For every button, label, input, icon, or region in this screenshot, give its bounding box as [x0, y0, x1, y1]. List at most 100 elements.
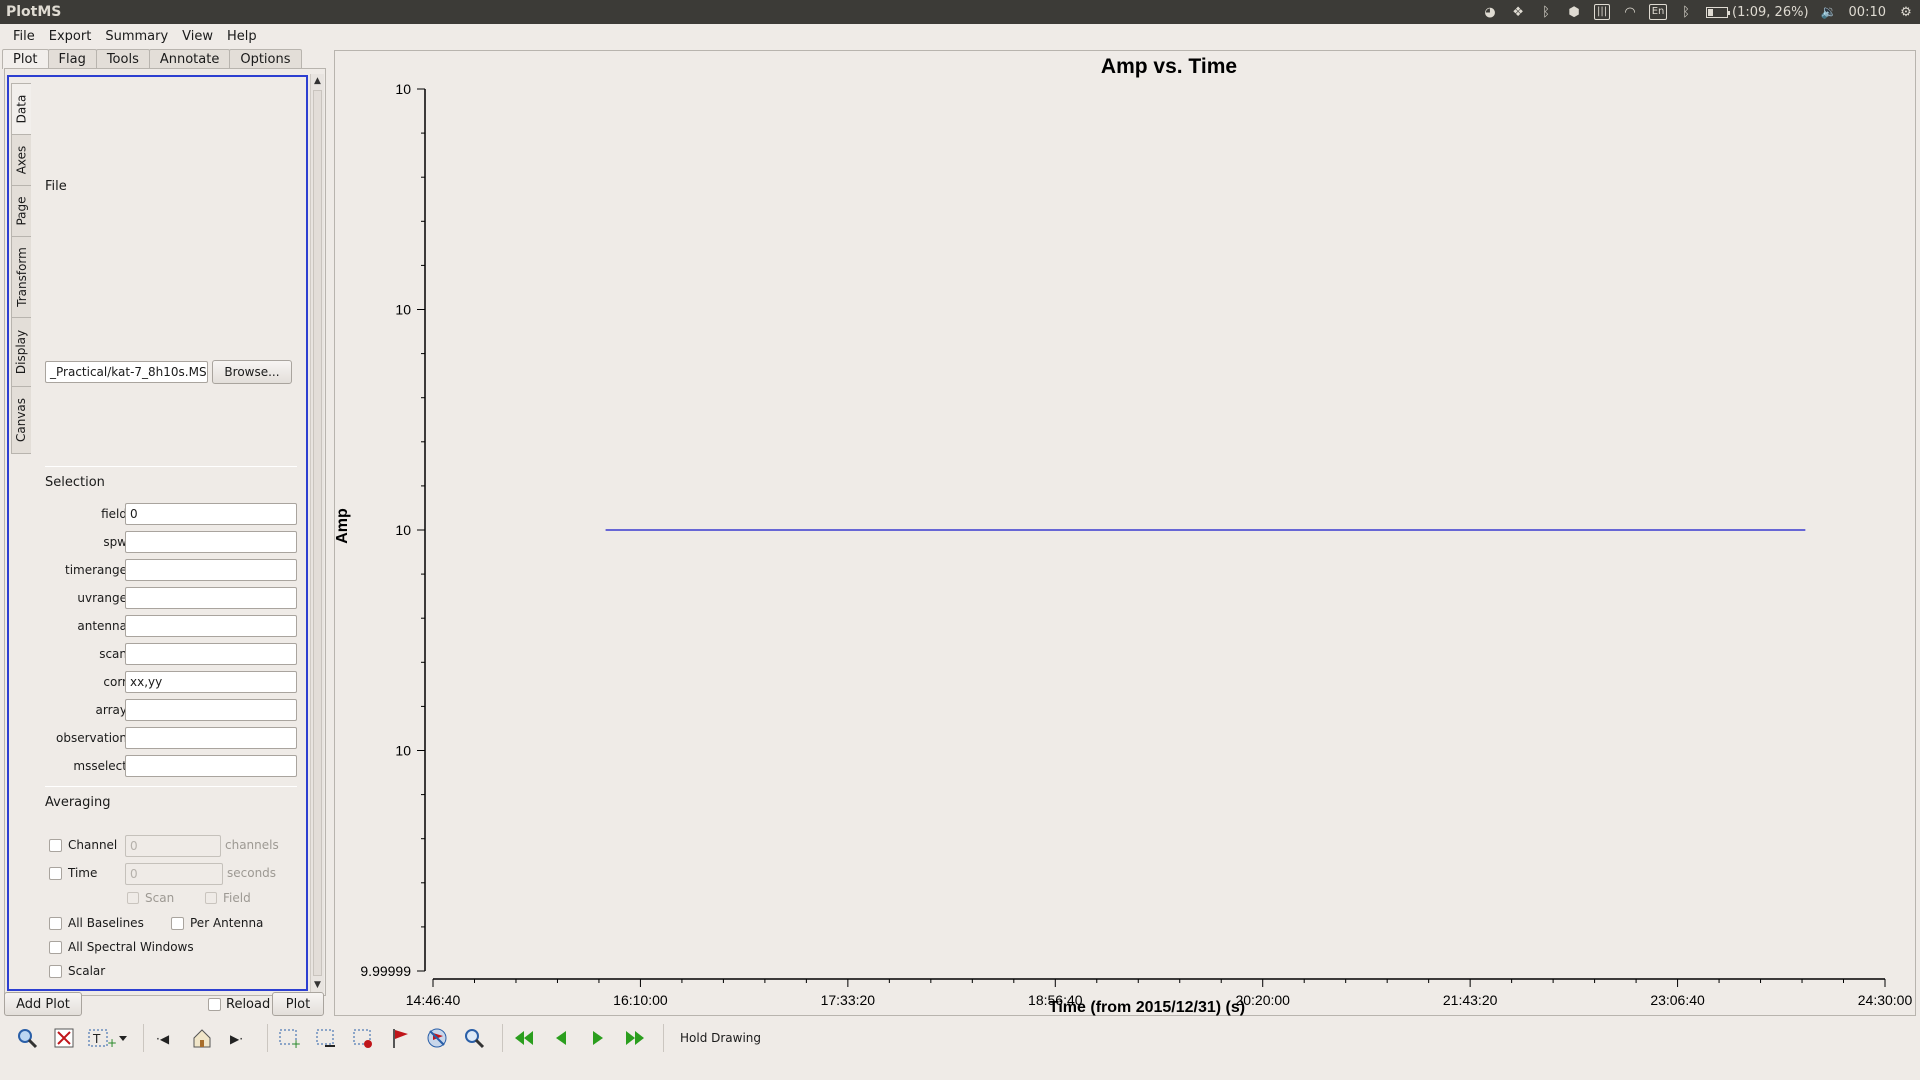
tab-plot[interactable]: Plot: [2, 49, 49, 69]
reload-checkbox[interactable]: [208, 998, 221, 1011]
side-tab-canvas[interactable]: Canvas: [11, 386, 31, 454]
avg-channel-label: Channel: [68, 838, 118, 852]
avg-field-label: Field: [223, 891, 251, 905]
svg-text:+: +: [291, 1037, 300, 1049]
next-iteration-icon[interactable]: [583, 1023, 613, 1053]
firefox-icon[interactable]: ◕: [1482, 4, 1498, 20]
plot-button[interactable]: Plot: [272, 992, 324, 1016]
corr-input[interactable]: xx,yy: [125, 671, 297, 693]
chart-title: Amp vs. Time: [1101, 55, 1237, 78]
clear-regions-icon[interactable]: [348, 1023, 378, 1053]
pan-icon[interactable]: [49, 1023, 79, 1053]
annotate-icon[interactable]: T +: [86, 1023, 130, 1053]
scalar-checkbox[interactable]: [49, 965, 62, 978]
scroll-up-icon[interactable]: ▲: [311, 74, 324, 88]
clock[interactable]: 00:10: [1849, 5, 1886, 20]
tab-options[interactable]: Options: [229, 49, 302, 69]
avg-field-checkbox[interactable]: [205, 892, 217, 904]
avg-scan-label: Scan: [145, 891, 175, 905]
per-antenna-label: Per Antenna: [190, 916, 264, 930]
array-input[interactable]: [125, 699, 297, 721]
battery-text: (1:09, 26%): [1732, 4, 1809, 20]
menu-view[interactable]: View: [175, 27, 220, 46]
selection-row-array: array: [49, 699, 299, 723]
spw-label: spw: [103, 535, 127, 549]
reload-label: Reload: [226, 997, 271, 1012]
side-tab-display[interactable]: Display: [11, 317, 31, 387]
avg-channel-input[interactable]: 0: [125, 835, 221, 857]
tab-flag[interactable]: Flag: [47, 49, 97, 69]
dropbox-icon[interactable]: ❖: [1510, 4, 1526, 20]
uvrange-input[interactable]: [125, 587, 297, 609]
avg-channel-unit: channels: [225, 838, 279, 852]
selection-row-spw: spw: [49, 531, 299, 555]
selection-row-msselect: msselect: [49, 755, 299, 779]
y-tick-label: 10: [395, 81, 411, 97]
amp-vs-time-chart[interactable]: Amp vs. Time Amp Time (from 2015/12/31) …: [335, 51, 1917, 1017]
side-tab-transform[interactable]: Transform: [11, 236, 31, 318]
locate-icon[interactable]: [459, 1023, 489, 1053]
selection-row-corr: corr xx,yy: [49, 671, 299, 695]
file-label: File: [45, 179, 67, 194]
avg-time-input[interactable]: 0: [125, 863, 223, 885]
panel-scrollbar[interactable]: ▲ ▼: [310, 74, 324, 992]
bluetooth-icon[interactable]: ᛒ: [1678, 4, 1694, 20]
scroll-down-icon[interactable]: ▼: [311, 978, 324, 992]
steam-icon[interactable]: ⬢: [1566, 4, 1582, 20]
undo-icon[interactable]: ·◀: [150, 1023, 180, 1053]
browse-button[interactable]: Browse...: [212, 360, 292, 384]
battery-indicator[interactable]: (1:09, 26%): [1706, 5, 1809, 20]
home-icon[interactable]: [187, 1023, 217, 1053]
wifi-icon[interactable]: ◠: [1622, 4, 1638, 20]
field-input[interactable]: 0: [125, 503, 297, 525]
divider: [45, 466, 297, 467]
unflag-icon[interactable]: [422, 1023, 452, 1053]
mark-region-icon[interactable]: +: [274, 1023, 304, 1053]
all-spectral-windows-label: All Spectral Windows: [68, 940, 194, 954]
per-antenna-checkbox[interactable]: [171, 917, 184, 930]
file-path-input[interactable]: _Practical/kat-7_8h10s.MS: [45, 361, 208, 383]
settings-gear-icon[interactable]: ⚙: [1898, 4, 1914, 20]
side-tab-data[interactable]: Data: [11, 83, 31, 135]
spw-input[interactable]: [125, 531, 297, 553]
menu-export[interactable]: Export: [42, 27, 99, 46]
side-tab-page[interactable]: Page: [11, 185, 31, 237]
volume-icon[interactable]: 🔉: [1820, 4, 1836, 20]
all-baselines-label: All Baselines: [68, 916, 144, 930]
toolbar-separator: [267, 1024, 268, 1052]
all-baselines-checkbox[interactable]: [49, 917, 62, 930]
scrollbar-thumb[interactable]: [313, 90, 322, 976]
menu-help[interactable]: Help: [220, 27, 264, 46]
hold-drawing-label[interactable]: Hold Drawing: [680, 1031, 761, 1045]
tab-annotate[interactable]: Annotate: [148, 49, 231, 69]
avg-scan-checkbox[interactable]: [127, 892, 139, 904]
keyboard-icon[interactable]: |||: [1593, 4, 1611, 20]
tab-tools[interactable]: Tools: [95, 49, 150, 69]
msselect-input[interactable]: [125, 755, 297, 777]
plot-canvas[interactable]: Amp vs. Time Amp Time (from 2015/12/31) …: [334, 50, 1916, 1016]
last-iteration-icon[interactable]: [620, 1023, 650, 1053]
side-tab-axes[interactable]: Axes: [11, 134, 31, 186]
main-tabs: Plot Flag Tools Annotate Options: [2, 49, 302, 69]
menu-file[interactable]: File: [6, 27, 42, 46]
timerange-input[interactable]: [125, 559, 297, 581]
bluetooth-icon[interactable]: ᛒ: [1538, 4, 1554, 20]
first-iteration-icon[interactable]: [509, 1023, 539, 1053]
zoom-icon[interactable]: [12, 1023, 42, 1053]
redo-icon[interactable]: ▶·: [224, 1023, 254, 1053]
observation-input[interactable]: [125, 727, 297, 749]
menu-summary[interactable]: Summary: [98, 27, 175, 46]
avg-time-checkbox[interactable]: [49, 867, 62, 880]
add-plot-button[interactable]: Add Plot: [4, 992, 82, 1016]
data-tab-content: Data Axes Page Transform Display Canvas …: [7, 75, 308, 991]
language-icon[interactable]: En: [1648, 4, 1668, 20]
subtract-region-icon[interactable]: [311, 1023, 341, 1053]
previous-iteration-icon[interactable]: [546, 1023, 576, 1053]
flag-icon[interactable]: [385, 1023, 415, 1053]
scan-input[interactable]: [125, 643, 297, 665]
all-spectral-windows-checkbox[interactable]: [49, 941, 62, 954]
selection-row-antenna: antenna: [49, 615, 299, 639]
antenna-input[interactable]: [125, 615, 297, 637]
avg-channel-checkbox[interactable]: [49, 839, 62, 852]
avg-time-label: Time: [68, 866, 98, 880]
